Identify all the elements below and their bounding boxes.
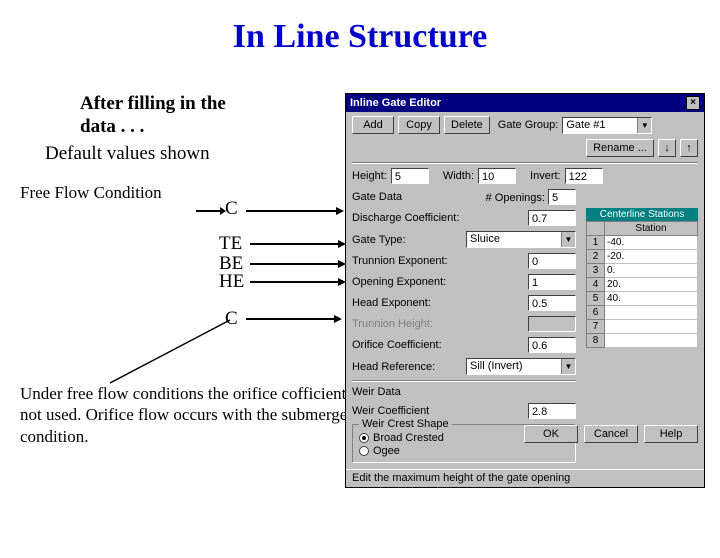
- weir-crest-shape-label: Weir Crest Shape: [359, 418, 452, 430]
- help-button[interactable]: Help: [644, 425, 698, 443]
- intro-line1: After filling in the: [80, 93, 350, 116]
- orifice-coef-label: Orifice Coefficient:: [352, 339, 442, 351]
- invert-input[interactable]: 122: [565, 168, 603, 184]
- opening-exponent-input[interactable]: 1: [528, 274, 576, 290]
- trunnion-exponent-input[interactable]: 0: [528, 253, 576, 269]
- station-cell[interactable]: -40.: [605, 236, 698, 250]
- inline-gate-editor-dialog: Inline Gate Editor × Add Copy Delete Gat…: [345, 93, 705, 488]
- station-cell[interactable]: [605, 306, 698, 320]
- invert-label: Invert:: [530, 170, 561, 182]
- centerline-stations-panel: Centerline Stations Station 1-40. 2-20. …: [586, 208, 698, 348]
- free-flow-label: Free Flow Condition: [20, 183, 350, 203]
- gate-group-value: Gate #1: [563, 118, 637, 133]
- trunnion-height-input: [528, 316, 576, 332]
- rename-button[interactable]: Rename ...: [586, 139, 654, 157]
- gate-type-label: Gate Type:: [352, 234, 406, 246]
- gate-group-select[interactable]: Gate #1 ▼: [562, 117, 652, 134]
- stations-header: Centerline Stations: [586, 208, 698, 221]
- discharge-coef-input[interactable]: 0.7: [528, 210, 576, 226]
- footnote-text: Under free flow conditions the orifice c…: [20, 383, 380, 447]
- orifice-coef-input[interactable]: 0.6: [528, 337, 576, 353]
- gate-data-label: Gate Data: [352, 191, 402, 203]
- head-reference-label: Head Reference:: [352, 361, 435, 373]
- intro-line3: Default values shown: [45, 143, 350, 165]
- divider: [352, 162, 698, 164]
- station-cell[interactable]: 0.: [605, 264, 698, 278]
- weir-data-label: Weir Data: [352, 386, 401, 398]
- head-exponent-input[interactable]: 0.5: [528, 295, 576, 311]
- intro-line2: data . . .: [80, 116, 350, 139]
- height-input[interactable]: 5: [391, 168, 429, 184]
- head-reference-value: Sill (Invert): [467, 359, 561, 374]
- annotation-pane: After filling in the data . . . Default …: [20, 93, 350, 203]
- discharge-coef-label: Discharge Coefficient:: [352, 212, 459, 224]
- chevron-down-icon[interactable]: ▼: [637, 118, 651, 133]
- arrow-c-orifice: [246, 314, 346, 324]
- station-cell[interactable]: [605, 334, 698, 348]
- radio-ogee[interactable]: Ogee: [359, 445, 569, 457]
- divider: [352, 380, 576, 382]
- station-cell[interactable]: [605, 320, 698, 334]
- arrow-be: [250, 259, 350, 269]
- radio-broad-label: Broad Crested: [373, 432, 444, 444]
- move-down-button[interactable]: ↓: [658, 139, 676, 157]
- chevron-down-icon[interactable]: ▼: [561, 359, 575, 374]
- label-he: HE: [219, 271, 244, 293]
- width-input[interactable]: 10: [478, 168, 516, 184]
- station-cell[interactable]: 40.: [605, 292, 698, 306]
- dialog-titlebar[interactable]: Inline Gate Editor ×: [346, 94, 704, 112]
- arrow-freeflow: [196, 205, 346, 217]
- close-icon[interactable]: ×: [686, 96, 700, 110]
- ok-button[interactable]: OK: [524, 425, 578, 443]
- opening-exponent-label: Opening Exponent:: [352, 276, 446, 288]
- trunnion-exponent-label: Trunnion Exponent:: [352, 255, 448, 267]
- gate-type-select[interactable]: Sluice ▼: [466, 231, 576, 248]
- delete-button[interactable]: Delete: [444, 116, 490, 134]
- gate-group-label: Gate Group:: [498, 119, 559, 131]
- station-cell[interactable]: -20.: [605, 250, 698, 264]
- copy-button[interactable]: Copy: [398, 116, 440, 134]
- dialog-title: Inline Gate Editor: [350, 94, 441, 112]
- gate-type-value: Sluice: [467, 232, 561, 247]
- trunnion-height-label: Trunnion Height:: [352, 318, 433, 330]
- openings-label: # Openings:: [486, 192, 545, 204]
- footnote-connector: [100, 318, 240, 393]
- weir-coef-label: Weir Coefficient: [352, 405, 429, 417]
- station-column-header: Station: [605, 222, 698, 236]
- radio-icon: [359, 446, 369, 456]
- cancel-button[interactable]: Cancel: [584, 425, 638, 443]
- slide-title: In Line Structure: [0, 18, 720, 56]
- station-cell[interactable]: 20.: [605, 278, 698, 292]
- status-bar: Edit the maximum height of the gate open…: [346, 469, 704, 487]
- radio-icon: [359, 433, 369, 443]
- arrow-te: [250, 239, 350, 249]
- label-te: TE: [219, 233, 242, 255]
- height-label: Height:: [352, 170, 387, 182]
- chevron-down-icon[interactable]: ▼: [561, 232, 575, 247]
- stations-table[interactable]: Station 1-40. 2-20. 30. 420. 540. 6 7 8: [586, 221, 698, 348]
- head-reference-select[interactable]: Sill (Invert) ▼: [466, 358, 576, 375]
- width-label: Width:: [443, 170, 474, 182]
- radio-ogee-label: Ogee: [373, 445, 400, 457]
- arrow-he: [250, 277, 350, 287]
- weir-coef-input[interactable]: 2.8: [528, 403, 576, 419]
- add-button[interactable]: Add: [352, 116, 394, 134]
- openings-input[interactable]: 5: [548, 189, 576, 205]
- head-exponent-label: Head Exponent:: [352, 297, 431, 309]
- move-up-button[interactable]: ↑: [680, 139, 698, 157]
